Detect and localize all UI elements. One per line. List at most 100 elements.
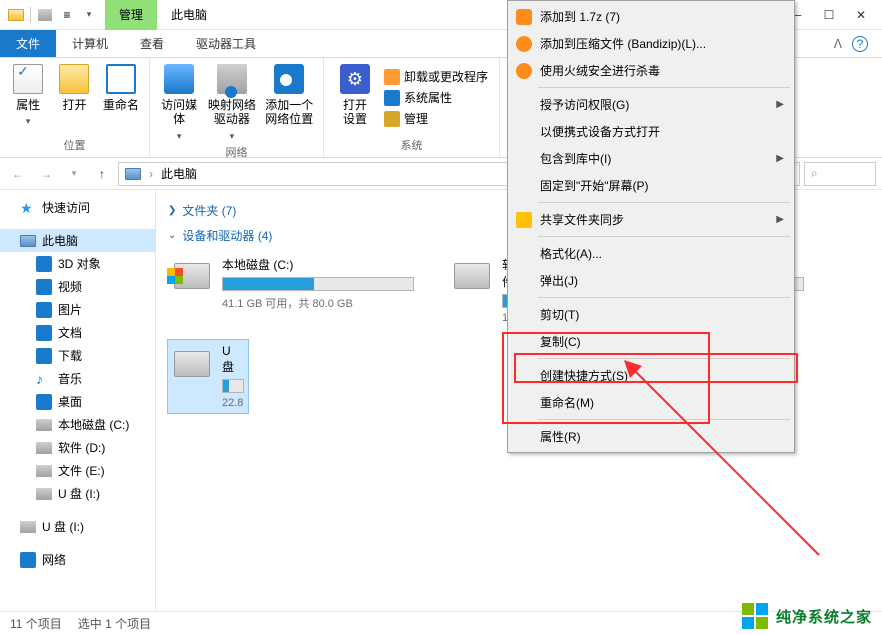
chevron-right-icon: ▶ xyxy=(776,99,784,110)
nav-music[interactable]: ♪音乐 xyxy=(0,367,155,390)
ribbon-group-label: 网络 xyxy=(150,142,323,164)
ctx-include-library[interactable]: 包含到库中(I)▶ xyxy=(510,145,792,172)
drive-icon xyxy=(172,256,212,296)
chevron-right-icon: ▶ xyxy=(776,214,784,225)
contextual-tab-manage[interactable]: 管理 xyxy=(105,0,157,30)
nav-drive-d[interactable]: 软件 (D:) xyxy=(0,436,155,459)
ctx-portable[interactable]: 以便携式设备方式打开 xyxy=(510,118,792,145)
nav-drive-e[interactable]: 文件 (E:) xyxy=(0,459,155,482)
shield-icon xyxy=(516,63,532,79)
nav-back[interactable]: ← xyxy=(6,162,30,186)
chevron-right-icon: ❯ xyxy=(168,205,176,216)
ctx-format[interactable]: 格式化(A)... xyxy=(510,240,792,267)
ctx-add-7z[interactable]: 添加到 1.7z (7) xyxy=(510,3,792,30)
ctx-cut[interactable]: 剪切(T) xyxy=(510,301,792,328)
tab-drive-tools[interactable]: 驱动器工具 xyxy=(180,30,272,57)
drive-name: U 盘 xyxy=(222,344,244,375)
ribbon-properties[interactable]: 属性▾ xyxy=(8,64,48,127)
nav-desktop[interactable]: 桌面 xyxy=(0,390,155,413)
nav-videos[interactable]: 视频 xyxy=(0,275,155,298)
cube-icon xyxy=(36,256,52,272)
ribbon-access-media[interactable]: 访问媒体▾ xyxy=(158,64,200,142)
pc-icon xyxy=(20,235,36,247)
tab-computer[interactable]: 计算机 xyxy=(56,30,124,57)
ctx-add-bandizip[interactable]: 添加到压缩文件 (Bandizip)(L)... xyxy=(510,30,792,57)
ctx-eject[interactable]: 弹出(J) xyxy=(510,267,792,294)
navigation-pane[interactable]: ★快速访问 此电脑 3D 对象 视频 图片 文档 下载 ♪音乐 桌面 本地磁盘 … xyxy=(0,190,156,632)
brand-badge: 纯净系统之家 xyxy=(742,603,872,629)
ctx-rename[interactable]: 重命名(M) xyxy=(510,389,792,416)
ribbon-group-label: 系统 xyxy=(324,135,499,157)
ribbon-uninstall[interactable]: 卸载或更改程序 xyxy=(384,68,488,85)
nav-usb-i[interactable]: U 盘 (I:) xyxy=(0,482,155,505)
qat-dropdown[interactable]: ▾ xyxy=(81,7,97,23)
pc-icon xyxy=(125,168,141,180)
picture-icon xyxy=(36,302,52,318)
nav-up[interactable]: ↑ xyxy=(90,162,114,186)
ribbon-map-drive[interactable]: 映射网络 驱动器▾ xyxy=(206,64,257,142)
ctx-huorong-scan[interactable]: 使用火绒安全进行杀毒 xyxy=(510,57,792,84)
chevron-down-icon: ⌄ xyxy=(168,230,176,241)
archive-icon xyxy=(516,9,532,25)
ctx-grant-access[interactable]: 授予访问权限(G)▶ xyxy=(510,91,792,118)
download-icon xyxy=(36,348,52,364)
context-menu: 添加到 1.7z (7) 添加到压缩文件 (Bandizip)(L)... 使用… xyxy=(507,0,795,453)
qat-divider xyxy=(30,7,31,23)
drive-icon xyxy=(172,344,212,384)
help-button[interactable]: ? xyxy=(852,36,868,52)
ribbon-manage[interactable]: 管理 xyxy=(384,110,488,127)
ribbon-open-settings[interactable]: ⚙打开 设置 xyxy=(332,64,378,127)
music-icon: ♪ xyxy=(36,371,52,387)
usb-icon xyxy=(20,521,36,533)
ribbon-rename[interactable]: 重命名 xyxy=(101,64,141,112)
close-button[interactable]: ✕ xyxy=(854,8,868,22)
nav-recent[interactable]: ▾ xyxy=(62,162,86,186)
drive-meta: 22.8 xyxy=(222,397,244,409)
nav-documents[interactable]: 文档 xyxy=(0,321,155,344)
ctx-copy[interactable]: 复制(C) xyxy=(510,328,792,355)
qat-button[interactable] xyxy=(37,7,53,23)
ribbon-collapse[interactable]: ᐱ xyxy=(834,37,842,51)
video-icon xyxy=(36,279,52,295)
ctx-create-shortcut[interactable]: 创建快捷方式(S) xyxy=(510,362,792,389)
ribbon-add-network-location[interactable]: 添加一个 网络位置 xyxy=(264,64,315,127)
ribbon-open[interactable]: 打开 xyxy=(54,64,94,112)
document-icon xyxy=(36,325,52,341)
nav-pictures[interactable]: 图片 xyxy=(0,298,155,321)
separator xyxy=(538,202,790,203)
maximize-button[interactable]: ☐ xyxy=(822,8,836,22)
ctx-share-sync[interactable]: 共享文件夹同步▶ xyxy=(510,206,792,233)
usb-icon xyxy=(36,488,52,500)
drive-usage-bar xyxy=(222,277,414,291)
archive-icon xyxy=(516,36,532,52)
nav-network[interactable]: 网络 xyxy=(0,548,155,571)
ctx-properties[interactable]: 属性(R) xyxy=(510,423,792,450)
drive-item[interactable]: 本地磁盘 (C:) 41.1 GB 可用，共 80.0 GB xyxy=(168,252,418,328)
tab-file[interactable]: 文件 xyxy=(0,30,56,57)
ribbon-group-label: 位置 xyxy=(0,135,149,157)
drive-icon xyxy=(452,256,492,296)
tab-view[interactable]: 查看 xyxy=(124,30,180,57)
nav-forward[interactable]: → xyxy=(34,162,58,186)
nav-usb-i-root[interactable]: U 盘 (I:) xyxy=(0,515,155,538)
brand-logo-icon xyxy=(742,603,768,629)
ctx-pin-start[interactable]: 固定到"开始"屏幕(P) xyxy=(510,172,792,199)
separator xyxy=(538,297,790,298)
ribbon-system-properties[interactable]: 系统属性 xyxy=(384,89,488,106)
drive-icon xyxy=(36,465,52,477)
search-input[interactable]: ⌕ xyxy=(804,162,876,186)
breadcrumb-segment[interactable]: 此电脑 xyxy=(161,165,197,182)
nav-quick-access[interactable]: ★快速访问 xyxy=(0,196,155,219)
qat-button[interactable]: ≡ xyxy=(59,7,75,23)
nav-drive-c[interactable]: 本地磁盘 (C:) xyxy=(0,413,155,436)
separator xyxy=(538,358,790,359)
drive-item[interactable]: U 盘 22.8 xyxy=(168,340,248,413)
nav-this-pc[interactable]: 此电脑 xyxy=(0,229,155,252)
drive-usage-bar xyxy=(222,379,244,393)
separator xyxy=(538,87,790,88)
nav-3d-objects[interactable]: 3D 对象 xyxy=(0,252,155,275)
gear-icon: ⚙ xyxy=(340,64,370,94)
search-icon: ⌕ xyxy=(811,166,818,181)
desktop-icon xyxy=(36,394,52,410)
nav-downloads[interactable]: 下载 xyxy=(0,344,155,367)
